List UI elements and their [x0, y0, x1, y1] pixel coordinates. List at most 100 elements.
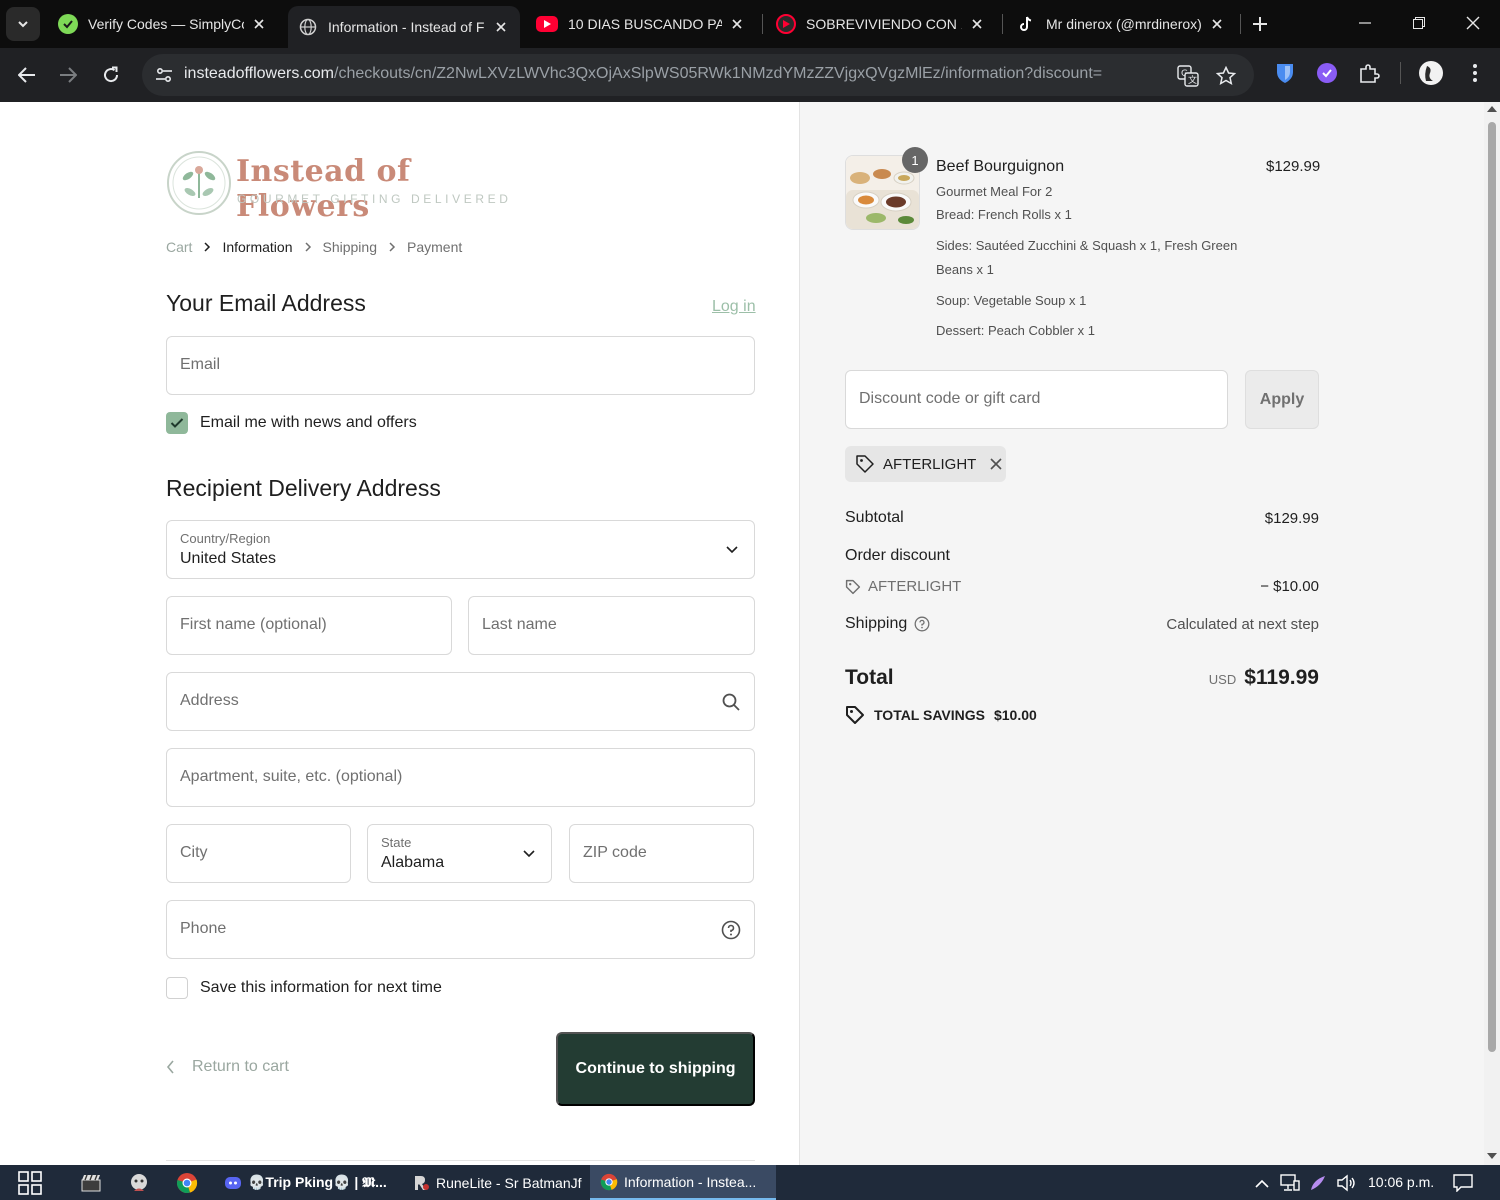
- logo-tagline: GOURMET GIFTING DELIVERED: [237, 192, 512, 206]
- browser-tab-verify-codes[interactable]: Verify Codes — SimplyCo: [48, 6, 278, 42]
- page-scrollbar[interactable]: [1484, 102, 1500, 1165]
- chevron-right-icon: [192, 242, 222, 252]
- pen-feather-icon[interactable]: [1308, 1173, 1328, 1193]
- back-button[interactable]: [12, 60, 42, 90]
- product-name: Beef Bourguignon: [936, 158, 1065, 175]
- minimize-icon: [1359, 22, 1371, 24]
- bookmark-star-icon[interactable]: [1214, 64, 1238, 88]
- state-select[interactable]: State Alabama: [367, 824, 552, 883]
- chevron-right-icon: [377, 242, 407, 252]
- notifications-icon[interactable]: [1452, 1173, 1474, 1193]
- address-field[interactable]: Address: [166, 672, 755, 731]
- scroll-down-icon[interactable]: [1487, 1153, 1497, 1159]
- close-icon[interactable]: [250, 15, 268, 33]
- new-tab-button[interactable]: [1246, 10, 1274, 38]
- tab-divider: [1002, 14, 1003, 34]
- shipping-label: Shipping: [845, 615, 908, 632]
- login-link[interactable]: Log in: [712, 298, 756, 316]
- arrow-left-icon: [18, 67, 35, 83]
- simplycodes-icon: [58, 14, 78, 34]
- start-grid-icon[interactable]: [17, 1170, 43, 1196]
- close-window-button[interactable]: [1446, 0, 1500, 46]
- total-amount: USD $119.99: [1209, 666, 1319, 690]
- browser-tab-tiktok[interactable]: Mr dinerox (@mrdinerox): [1006, 6, 1236, 42]
- applied-discount-code: AFTERLIGHT: [883, 455, 977, 473]
- app-face-icon[interactable]: [126, 1170, 152, 1196]
- shipping-value: Calculated at next step: [1166, 616, 1319, 633]
- volume-icon[interactable]: [1336, 1173, 1356, 1193]
- tab-search-button[interactable]: [6, 7, 40, 41]
- chrome-icon[interactable]: [174, 1170, 200, 1196]
- browser-toolbar: insteadofflowers.com/checkouts/cn/Z2NwLX…: [0, 48, 1500, 102]
- browser-tab-youtube-2[interactable]: SOBREVIVIENDO CON 1$: [766, 6, 996, 42]
- profile-avatar-icon[interactable]: [1418, 60, 1444, 86]
- youtube-icon: [536, 16, 558, 32]
- country-select[interactable]: Country/Region United States: [166, 520, 755, 579]
- bitwarden-shield-icon[interactable]: [1272, 60, 1298, 86]
- address-section-title: Recipient Delivery Address: [166, 475, 441, 501]
- tab-divider: [1240, 14, 1241, 34]
- zip-field[interactable]: ZIP code: [569, 824, 754, 883]
- checkout-page: Instead of Flowers GOURMET GIFTING DELIV…: [0, 102, 1500, 1165]
- reload-icon: [104, 66, 119, 83]
- scrollbar-thumb[interactable]: [1488, 122, 1496, 1052]
- discount-code-field[interactable]: Discount code or gift card: [845, 370, 1228, 429]
- product-option: Bread: French Rolls x 1: [936, 207, 1072, 222]
- help-question-icon[interactable]: [721, 920, 741, 940]
- forward-button[interactable]: [53, 60, 83, 90]
- help-question-icon[interactable]: [914, 616, 930, 632]
- last-name-field[interactable]: Last name: [468, 596, 755, 655]
- city-field[interactable]: City: [166, 824, 351, 883]
- extensions-puzzle-icon[interactable]: [1356, 60, 1382, 86]
- order-discount-code-row: AFTERLIGHT: [845, 578, 961, 595]
- taskbar-app-discord[interactable]: 💀Trip Pking💀 | 𝕸...: [214, 1165, 398, 1200]
- taskbar-app-runelite[interactable]: RuneLite - Sr BatmanJf: [402, 1165, 586, 1200]
- translate-icon[interactable]: G文: [1176, 64, 1200, 88]
- close-icon[interactable]: [492, 18, 510, 36]
- browser-tab-information[interactable]: Information - Instead of F: [288, 6, 520, 48]
- product-option: Beans x 1: [936, 262, 994, 277]
- apartment-field[interactable]: Apartment, suite, etc. (optional): [166, 748, 755, 807]
- taskbar-clock[interactable]: 10:06 p.m.: [1368, 1174, 1434, 1190]
- network-icon[interactable]: [1280, 1173, 1300, 1193]
- close-icon[interactable]: [1208, 15, 1226, 33]
- address-bar[interactable]: insteadofflowers.com/checkouts/cn/Z2NwLX…: [142, 54, 1254, 96]
- close-icon[interactable]: [968, 15, 986, 33]
- logo-wreath-icon: [167, 151, 231, 215]
- subtotal-value: $129.99: [1264, 510, 1319, 527]
- product-price: $129.99: [1266, 158, 1321, 175]
- phone-field[interactable]: Phone: [166, 900, 755, 959]
- tray-chevron-up-icon[interactable]: [1252, 1173, 1272, 1193]
- first-name-field[interactable]: First name (optional): [166, 596, 452, 655]
- browser-tab-youtube-1[interactable]: 10 DIAS BUSCANDO PAR: [526, 6, 756, 42]
- store-logo[interactable]: Instead of Flowers GOURMET GIFTING DELIV…: [166, 150, 526, 224]
- save-info-label: Save this information for next time: [200, 979, 442, 996]
- first-name-placeholder: First name (optional): [180, 616, 327, 633]
- return-to-cart-link[interactable]: Return to cart: [166, 1058, 289, 1076]
- total-value: $119.99: [1244, 666, 1319, 689]
- save-info-checkbox[interactable]: [166, 977, 188, 999]
- email-field[interactable]: Email: [166, 336, 755, 395]
- close-icon[interactable]: [728, 15, 746, 33]
- browser-menu-icon[interactable]: [1462, 60, 1488, 86]
- continue-to-shipping-button[interactable]: Continue to shipping: [556, 1032, 755, 1106]
- logo-name: Instead of Flowers: [236, 154, 411, 224]
- remove-discount-icon[interactable]: [988, 456, 1004, 472]
- order-discount-label: Order discount: [845, 547, 950, 564]
- taskbar-app-chrome[interactable]: Information - Instea...: [590, 1165, 776, 1200]
- save-info-checkbox-row[interactable]: Save this information for next time: [166, 977, 442, 999]
- scroll-up-icon[interactable]: [1487, 106, 1497, 112]
- breadcrumb-shipping: Shipping: [322, 239, 378, 255]
- restore-button[interactable]: [1392, 0, 1446, 46]
- site-info-icon[interactable]: [152, 63, 176, 87]
- reload-button[interactable]: [96, 60, 126, 90]
- minimize-button[interactable]: [1338, 0, 1392, 46]
- extension-purple-icon[interactable]: [1314, 60, 1340, 86]
- phone-placeholder: Phone: [180, 920, 227, 937]
- newsletter-checkbox[interactable]: [166, 412, 188, 434]
- newsletter-checkbox-row[interactable]: Email me with news and offers: [166, 412, 417, 434]
- clapperboard-app-icon[interactable]: [78, 1170, 104, 1196]
- plus-icon: [1253, 17, 1267, 31]
- apply-discount-button[interactable]: Apply: [1245, 370, 1319, 429]
- breadcrumb-cart[interactable]: Cart: [166, 239, 192, 255]
